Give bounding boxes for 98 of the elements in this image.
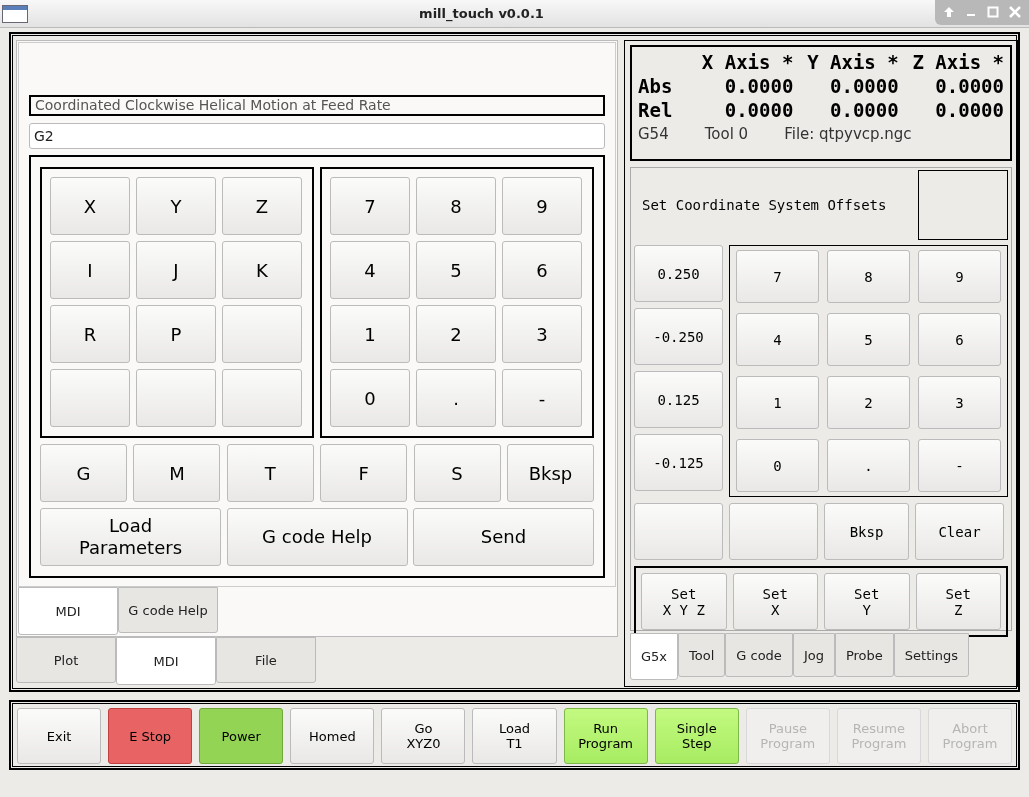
key-button[interactable]: 6	[502, 241, 582, 299]
set-button[interactable]: Set Y	[824, 573, 910, 630]
key-button[interactable]: 5	[416, 241, 496, 299]
edit-button[interactable]: Clear	[915, 503, 1004, 560]
key-button[interactable]: P	[136, 305, 216, 363]
set-button[interactable]: Set Z	[915, 573, 1001, 630]
up-arrow-icon[interactable]	[943, 5, 955, 18]
key-button[interactable]: 9	[502, 177, 582, 235]
key-button[interactable]: 0	[736, 439, 819, 492]
key-button[interactable]: 7	[736, 250, 819, 303]
status-text: Tool 0	[704, 125, 749, 143]
control-button[interactable]: Homed	[290, 708, 375, 764]
control-button[interactable]: Go XYZ0	[381, 708, 466, 764]
control-button[interactable]: Load T1	[472, 708, 557, 764]
action-button[interactable]: Load Parameters	[40, 508, 221, 566]
blank-button[interactable]	[634, 503, 723, 560]
key-button[interactable]: -	[918, 439, 1001, 492]
control-button[interactable]: Power	[199, 708, 284, 764]
key-button[interactable]: X	[50, 177, 130, 235]
key-button[interactable]: 8	[827, 250, 910, 303]
key-button[interactable]: Bksp	[506, 444, 594, 502]
key-button[interactable]: G	[40, 444, 127, 502]
key-button[interactable]: 4	[330, 241, 410, 299]
key-button[interactable]: Y	[136, 177, 216, 235]
axis-value: 0.0000	[723, 99, 794, 121]
tab[interactable]: Tool	[678, 633, 726, 677]
blank-button[interactable]	[50, 369, 130, 427]
key-button[interactable]: 3	[918, 376, 1001, 429]
tab[interactable]: Settings	[893, 633, 970, 677]
edit-button[interactable]: Bksp	[824, 503, 909, 560]
control-button[interactable]: Run Program	[563, 708, 648, 764]
tab[interactable]: Probe	[834, 633, 894, 677]
blank-button[interactable]	[136, 369, 216, 427]
tab[interactable]: MDI	[18, 587, 118, 635]
key-button[interactable]: K	[222, 241, 302, 299]
tab[interactable]: File	[216, 637, 316, 683]
axis-value: 0.0000	[723, 75, 794, 97]
key-button[interactable]: 1	[330, 305, 410, 363]
control-button[interactable]: Single Step	[654, 708, 739, 764]
preset-button[interactable]: 0.250	[634, 245, 723, 302]
key-button[interactable]: 3	[502, 305, 582, 363]
key-button[interactable]: 5	[827, 313, 910, 366]
key-button[interactable]: J	[136, 241, 216, 299]
axis-value: 0.0000	[829, 99, 899, 121]
status-text: File: qtpyvcp.ngc	[784, 125, 912, 143]
window-icon	[2, 4, 28, 23]
window-title: mill_touch v0.0.1	[418, 6, 545, 21]
axis-header: X Axis *	[700, 51, 794, 73]
key-button[interactable]: T	[226, 444, 314, 502]
key-button[interactable]: R	[50, 305, 130, 363]
key-button[interactable]: 0	[330, 369, 410, 427]
key-button[interactable]: .	[416, 369, 496, 427]
tab[interactable]: Plot	[16, 637, 116, 683]
key-button[interactable]: .	[827, 439, 910, 492]
axis-header: Y Axis *	[806, 51, 899, 73]
key-button[interactable]: 6	[918, 313, 1001, 366]
tab[interactable]: Jog	[792, 633, 835, 677]
row-label: Rel	[638, 99, 674, 121]
axis-value: 0.0000	[829, 75, 899, 97]
tab[interactable]: G code	[725, 633, 793, 677]
blank-button[interactable]	[222, 305, 302, 363]
axis-header: Z Axis *	[911, 51, 1004, 73]
tab[interactable]: G5x	[630, 633, 679, 680]
blank-button[interactable]	[729, 503, 818, 560]
key-button[interactable]: -	[502, 369, 582, 427]
key-button[interactable]: 8	[416, 177, 496, 235]
axis-value: 0.0000	[934, 75, 1004, 97]
command-description: Coordinated Clockwise Helical Motion at Feed Rate	[29, 95, 605, 116]
blank-button[interactable]	[222, 369, 302, 427]
action-button[interactable]: G code Help	[226, 508, 408, 566]
preset-button[interactable]: -0.250	[634, 308, 723, 365]
status-text: G54	[638, 125, 669, 143]
key-button[interactable]: Z	[222, 177, 302, 235]
row-label: Abs	[638, 75, 674, 97]
key-button[interactable]: M	[133, 444, 221, 502]
control-button[interactable]: E Stop	[108, 708, 193, 764]
tab[interactable]: G code Help	[118, 587, 218, 633]
maximize-icon[interactable]	[987, 5, 999, 18]
set-button[interactable]: Set X	[732, 573, 818, 630]
key-button[interactable]: F	[320, 444, 408, 502]
preset-button[interactable]: 0.125	[634, 371, 723, 428]
close-icon[interactable]	[1009, 5, 1021, 18]
key-button[interactable]: 9	[918, 250, 1001, 303]
set-button[interactable]: Set X Y Z	[641, 573, 727, 630]
mdi-command-field[interactable]: G2	[29, 123, 605, 149]
key-button[interactable]: 2	[827, 376, 910, 429]
key-button[interactable]: 7	[330, 177, 410, 235]
offsets-title: Set Coordinate System Offsets	[641, 197, 887, 213]
key-button[interactable]: I	[50, 241, 130, 299]
control-button[interactable]: Exit	[17, 708, 102, 764]
key-button[interactable]: S	[413, 444, 501, 502]
key-button[interactable]: 1	[736, 376, 819, 429]
tab[interactable]: MDI	[116, 637, 216, 685]
preset-button[interactable]: -0.125	[634, 434, 723, 491]
key-button[interactable]: 4	[736, 313, 819, 366]
action-button[interactable]: Send	[413, 508, 594, 566]
key-button[interactable]: 2	[416, 305, 496, 363]
axis-value: 0.0000	[934, 99, 1004, 121]
